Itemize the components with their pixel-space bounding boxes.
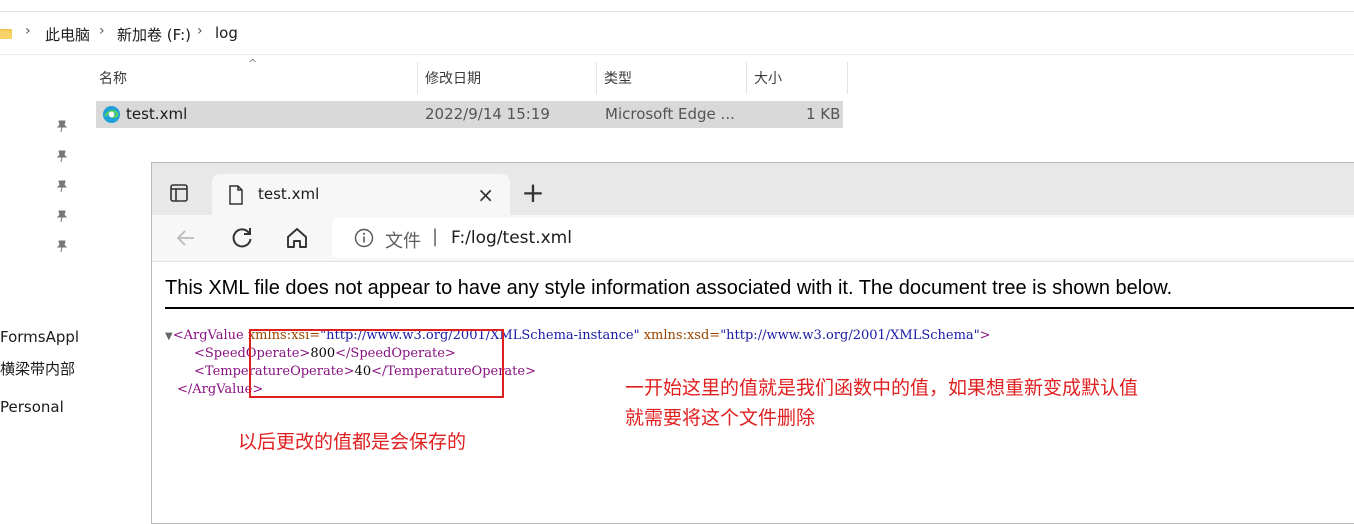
- explorer-address-bar[interactable]: › 此电脑 › 新加卷 (F:) › log: [0, 12, 1354, 55]
- address-field[interactable]: 文件 | F:/log/test.xml: [332, 218, 1354, 258]
- column-header-name[interactable]: 名称: [92, 62, 418, 94]
- xml-attr2-name: xmlns:xsd: [643, 328, 710, 343]
- column-name-label: 名称: [99, 71, 127, 87]
- address-scheme: 文件: [385, 231, 421, 252]
- pin-icon[interactable]: [55, 149, 69, 163]
- annotation-values-saved: 以后更改的值都是会保存的: [238, 431, 467, 453]
- document-icon: [229, 185, 243, 205]
- file-name: test.xml: [126, 105, 188, 123]
- tab-title: test.xml: [258, 185, 320, 203]
- file-size: 1 KB: [806, 105, 841, 123]
- close-icon[interactable]: ×: [477, 183, 494, 207]
- notice-divider: [165, 307, 1354, 309]
- back-arrow-icon[interactable]: [174, 225, 200, 251]
- column-header-size[interactable]: 大小: [747, 62, 848, 94]
- file-type: Microsoft Edge ...: [605, 105, 735, 123]
- chevron-right-icon: ›: [25, 23, 31, 39]
- breadcrumb-this-pc[interactable]: 此电脑: [45, 24, 90, 45]
- pin-icon[interactable]: [55, 239, 69, 253]
- column-size-label: 大小: [754, 71, 782, 87]
- annotation-default-values-line2: 就需要将这个文件删除: [625, 407, 816, 429]
- file-row-test-xml[interactable]: test.xml 2022/9/14 15:19 Microsoft Edge …: [96, 101, 843, 128]
- annotation-default-values-line1: 一开始这里的值就是我们函数中的值，如果想重新变成默认值: [625, 377, 1139, 399]
- window-top-edge: [0, 0, 1354, 12]
- home-icon[interactable]: [284, 225, 310, 251]
- xml-root-tag-close: ArgValue: [192, 382, 253, 397]
- chevron-right-icon: ›: [99, 23, 105, 39]
- refresh-icon[interactable]: [229, 225, 255, 251]
- browser-toolbar: 文件 | F:/log/test.xml: [152, 215, 1354, 262]
- tab-strip: test.xml × +: [152, 163, 1354, 216]
- sidebar-item-beam[interactable]: 横梁带内部: [0, 358, 75, 379]
- folder-icon: [0, 29, 12, 39]
- workspaces-icon[interactable]: [170, 184, 188, 202]
- breadcrumb-volume-f[interactable]: 新加卷 (F:): [117, 24, 191, 45]
- breadcrumb-log[interactable]: log: [215, 24, 238, 42]
- info-icon[interactable]: [354, 228, 374, 248]
- address-divider: |: [432, 226, 439, 247]
- sidebar-item-personal[interactable]: Personal: [0, 398, 64, 416]
- column-header-modified[interactable]: 修改日期: [418, 62, 597, 94]
- pin-icon[interactable]: [55, 119, 69, 133]
- new-tab-button[interactable]: +: [519, 179, 547, 208]
- collapse-arrow-icon[interactable]: ▼: [165, 331, 173, 342]
- xml-root-tag: ArgValue: [183, 328, 244, 343]
- pin-icon[interactable]: [55, 179, 69, 193]
- address-url[interactable]: F:/log/test.xml: [451, 228, 572, 248]
- browser-window: test.xml × + 文件 | F:/log/test.xml This X…: [151, 162, 1354, 524]
- annotation-highlight-box: [249, 329, 504, 398]
- column-header-type[interactable]: 类型: [597, 62, 747, 94]
- xml-style-notice: This XML file does not appear to have an…: [165, 277, 1173, 299]
- edge-icon: [102, 105, 121, 124]
- tab-test-xml[interactable]: test.xml ×: [212, 174, 510, 216]
- sidebar-item-formsapp[interactable]: FormsAppl: [0, 328, 79, 346]
- pin-icon[interactable]: [55, 209, 69, 223]
- file-modified: 2022/9/14 15:19: [425, 105, 550, 123]
- column-modified-label: 修改日期: [425, 71, 481, 87]
- xml-attr2-value: "http://www.w3.org/2001/XMLSchema": [720, 328, 980, 343]
- column-type-label: 类型: [604, 71, 632, 87]
- chevron-right-icon: ›: [197, 23, 203, 39]
